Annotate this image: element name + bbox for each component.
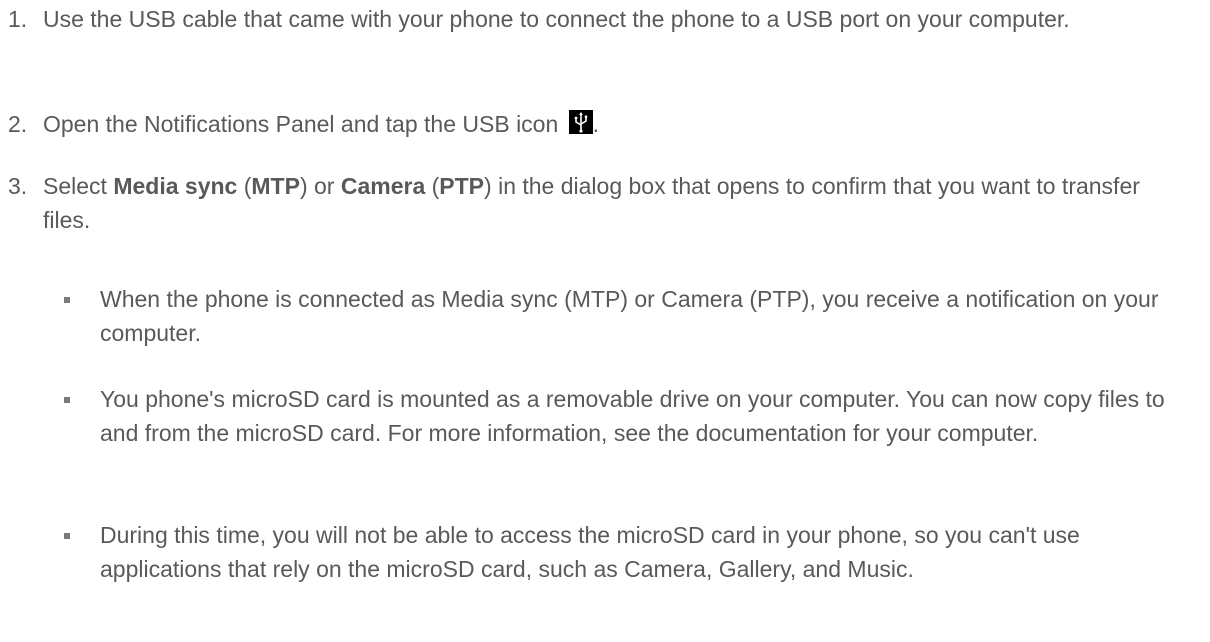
step-1: 1. Use the USB cable that came with your…	[8, 2, 1188, 36]
step-3: 3. Select Media sync (MTP) or Camera (PT…	[8, 169, 1188, 237]
bullet-marker	[62, 518, 100, 586]
step-text: Select Media sync (MTP) or Camera (PTP) …	[43, 169, 1188, 237]
step-number: 1.	[8, 6, 28, 32]
usb-icon	[568, 110, 593, 134]
step-text: Open the Notifications Panel and tap the…	[43, 107, 1188, 141]
mtp-label: MTP	[251, 173, 300, 199]
ptp-label: PTP	[439, 173, 485, 199]
bullet-marker	[62, 282, 100, 350]
step-text-before: Open the Notifications Panel and tap the…	[43, 111, 559, 137]
bullet-marker	[62, 382, 100, 450]
media-sync-label: Media sync	[113, 173, 238, 199]
instructions-page: 1. Use the USB cable that came with your…	[0, 0, 1210, 642]
bullet-text: You phone's microSD card is mounted as a…	[100, 386, 1165, 446]
text-part: (	[237, 173, 252, 199]
bullet-item: You phone's microSD card is mounted as a…	[62, 382, 1192, 450]
text-part: (	[425, 173, 440, 199]
bullet-text: When the phone is connected as Media syn…	[100, 286, 1159, 346]
bullet-item: During this time, you will not be able t…	[62, 518, 1192, 586]
bullet-text: During this time, you will not be able t…	[100, 522, 1080, 582]
text-part: Select	[43, 173, 114, 199]
step-2: 2. Open the Notifications Panel and tap …	[8, 107, 1188, 141]
step-number: 2.	[8, 111, 28, 137]
bullet-item: When the phone is connected as Media syn…	[62, 282, 1192, 350]
step-text-after: .	[592, 111, 600, 137]
step-text: Use the USB cable that came with your ph…	[43, 6, 1070, 32]
text-part: ) or	[299, 173, 341, 199]
step-number: 3.	[8, 173, 28, 199]
camera-label: Camera	[340, 173, 426, 199]
